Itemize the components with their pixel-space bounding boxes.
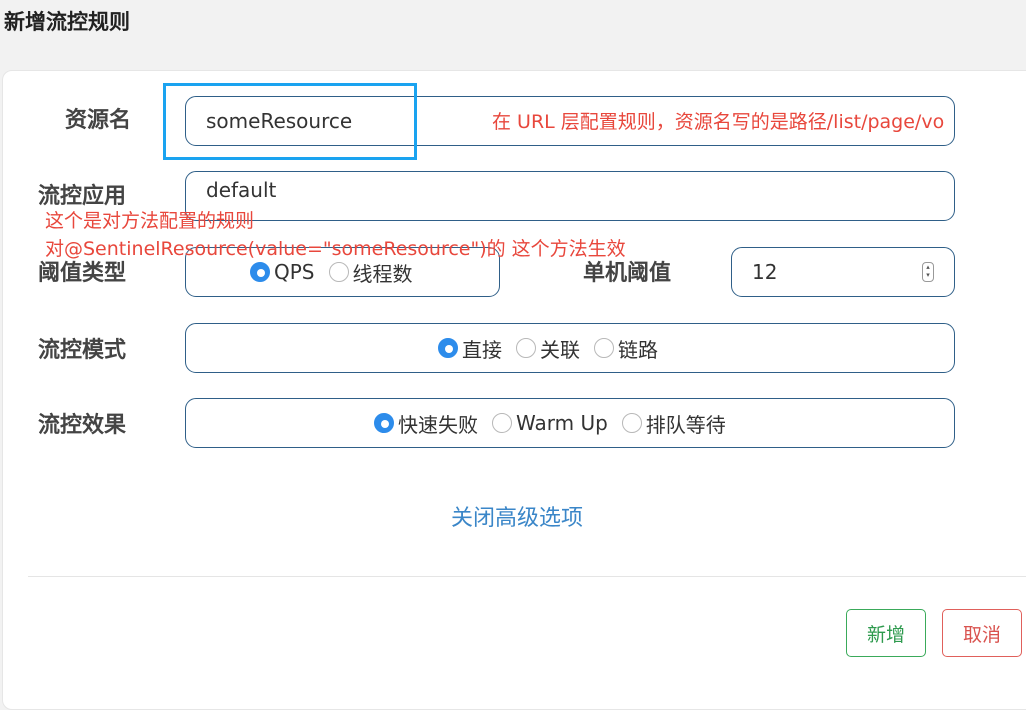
radio-checked-icon (374, 413, 394, 433)
radio-fail-fast[interactable]: 快速失败 (374, 409, 478, 438)
app-field[interactable] (185, 166, 955, 221)
cancel-button[interactable]: 取消 (942, 609, 1022, 657)
effect-label: 流控效果 (38, 413, 127, 438)
annotation-highlight-box (163, 83, 417, 160)
single-threshold-label: 单机阈值 (583, 261, 672, 286)
radio-thread-count[interactable]: 线程数 (328, 258, 413, 287)
resource-label: 资源名 (65, 108, 132, 133)
radio-queue[interactable]: 排队等待 (621, 409, 726, 438)
mode-label: 流控模式 (38, 338, 127, 363)
add-button[interactable]: 新增 (846, 609, 926, 657)
annotation-method-note-1: 这个是对方法配置的规则 (45, 210, 255, 232)
threshold-type-label: 阈值类型 (38, 261, 127, 286)
radio-chain[interactable]: 链路 (594, 334, 658, 363)
single-threshold-field[interactable]: ▴▾ (731, 247, 955, 297)
effect-group: 快速失败 Warm Up 排队等待 (185, 398, 955, 448)
radio-warm-up[interactable]: Warm Up (492, 411, 608, 435)
spinner-arrows-icon[interactable]: ▴ ▾ (922, 262, 934, 282)
radio-unchecked-icon (621, 413, 642, 433)
radio-qps[interactable]: QPS (250, 260, 315, 284)
app-input[interactable] (206, 166, 766, 214)
radio-associated[interactable]: 关联 (516, 334, 580, 363)
radio-direct[interactable]: 直接 (438, 334, 502, 363)
dialog-title: 新增流控规则 (4, 10, 130, 34)
radio-unchecked-icon (594, 338, 614, 358)
single-threshold-input[interactable] (752, 248, 902, 296)
mode-group: 直接 关联 链路 (185, 323, 955, 373)
radio-unchecked-icon (328, 262, 349, 282)
annotation-url-note: 在 URL 层配置规则，资源名写的是路径/list/page/vo (492, 111, 945, 133)
close-advanced-options-link[interactable]: 关闭高级选项 (451, 500, 583, 532)
radio-unchecked-icon (516, 338, 536, 358)
radio-unchecked-icon (492, 413, 512, 433)
radio-checked-icon (438, 338, 458, 358)
radio-checked-icon (250, 262, 270, 282)
footer-divider (28, 576, 1026, 577)
annotation-method-note-2: 对@SentinelResource(value="someResource")… (45, 238, 626, 260)
